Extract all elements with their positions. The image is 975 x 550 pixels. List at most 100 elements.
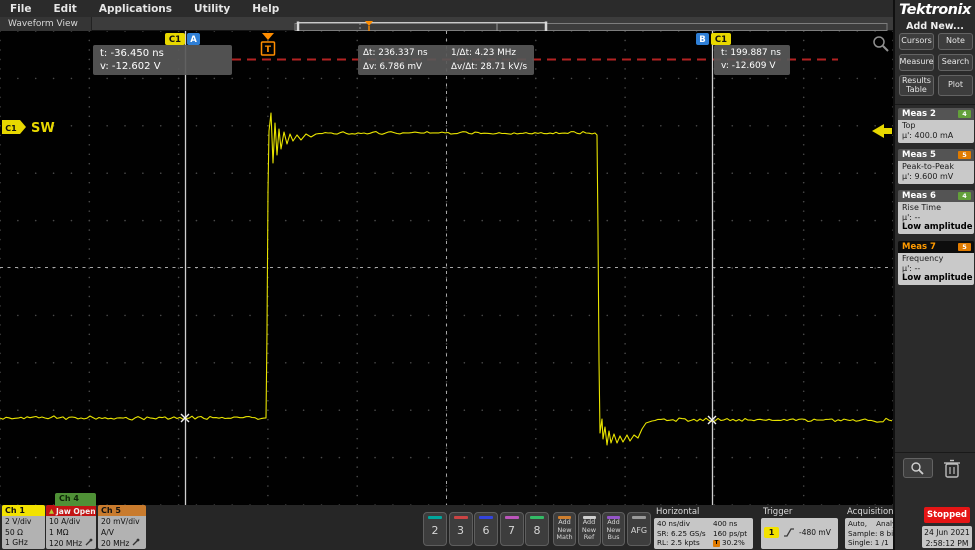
delta-t: Δt: 236.337 ns [363,48,428,58]
channel-color-stripe [504,516,519,519]
meas-line: µ': 9.600 mV [902,171,954,181]
cursor-a-badge[interactable]: A [187,33,200,45]
ch4-bandwidth: 120 MHz [49,538,96,549]
channel-1-name: Ch 1 [2,505,45,516]
channel-color-stripe [428,516,442,519]
ch1-bandwidth: 1 GHz [5,538,28,547]
meas-line: Peak-to-Peak [902,162,954,171]
trigger-position-icon: T [713,539,720,547]
cursor-b-voltage: v: -12.609 V [721,61,776,71]
menu-item-help[interactable]: Help [252,3,279,15]
date: 24 Jun 2021 [924,528,970,537]
run-state-button[interactable]: Stopped [924,507,970,523]
time: 2:58:12 PM [925,539,969,548]
cursor-b-readout: t: 199.887 ns v: -12.609 V [714,45,790,75]
menu-item-file[interactable]: File [10,3,32,15]
svg-text:C1: C1 [169,35,181,45]
waveform-display[interactable]: T C1 A B C1 C1 SW t: -36.450 ns v: -12.602 V Δ… [0,30,894,506]
menu-bar: File Edit Applications Utility Help [0,0,893,17]
ch4-warning: ▲ Jaw Open [46,505,96,516]
svg-text:B: B [699,35,705,45]
channel-8-button[interactable]: 8 [525,512,549,546]
cursor-a-readout: t: -36.450 ns v: -12.602 V [93,45,232,75]
trigger-title: Trigger [763,507,793,517]
ch1-termination: 50 Ω [5,527,23,537]
trigger-level: -480 mV [799,528,831,537]
ch5-units: A/V [101,527,114,537]
channel-color-stripe [453,516,468,519]
channel-5-name: Ch 5 [98,505,146,516]
datetime-display: 24 Jun 2021 2:58:12 PM [922,526,972,548]
meas-name: Meas 64 [898,190,974,202]
channel-1-badge[interactable]: Ch 1 2 V/div 50 Ω 1 GHz [2,505,45,549]
afg-color-stripe [632,516,646,519]
tab-waveform-view[interactable]: Waveform View [0,17,92,31]
cursor-b-badge[interactable]: B [696,33,709,45]
note-button[interactable]: Note [938,33,973,50]
right-sidebar: Tektronix Add New... Cursors Note Measure S… [893,0,975,550]
svg-text:SW: SW [31,121,55,136]
menu-item-utility[interactable]: Utility [194,3,230,15]
add-new-bus-button[interactable]: Add New Bus [602,512,625,546]
meas-card-meas-6[interactable]: Meas 6 4 Rise Time µ': -- Low amplitude [898,190,974,235]
search-button[interactable]: Search [938,54,973,71]
magnifier-icon [911,462,924,475]
settings-bar: Ch 1 2 V/div 50 Ω 1 GHz ▲ Jaw Open 10 A/d… [0,505,916,550]
menu-item-applications[interactable]: Applications [99,3,172,15]
cursor-a-channel-badge[interactable]: C1 [165,33,185,45]
ch4-warning-text: Jaw Open [56,506,96,516]
horizontal-panel[interactable]: Horizontal 40 ns/div 400 ns SR: 6.25 GS/s 1… [652,506,755,549]
add-new-ref-button[interactable]: Add New Ref [577,512,601,546]
meas-source-badge: 4 [958,110,971,118]
plot-button[interactable]: Plot [938,75,973,96]
delta-v: Δv: 6.786 mV [363,62,423,72]
type-color-stripe [582,516,596,519]
channel-2-button[interactable]: 2 [423,512,447,546]
tab-bar: Waveform View [0,17,893,33]
meas-line: Frequency [902,254,944,263]
probe-icon [85,538,92,546]
trigger-source-badge: 1 [764,527,779,538]
inverse-delta-t: 1/Δt: 4.23 MHz [451,48,516,58]
rising-edge-icon [784,528,794,537]
meas-line: µ': 400.0 mA [902,130,954,140]
menu-item-edit[interactable]: Edit [54,3,77,15]
svg-text:T: T [265,45,272,55]
horizontal-value: RL: 2.5 kpts [657,538,700,548]
cursors-button[interactable]: Cursors [899,33,934,50]
type-color-stripe [558,516,571,519]
channel-6-button[interactable]: 6 [474,512,498,546]
waveform-svg[interactable]: T C1 A B C1 C1 SW [0,30,894,506]
trash-button[interactable] [941,457,963,479]
svg-text:A: A [190,35,197,45]
channel-color-stripe [479,516,493,519]
afg-button[interactable]: AFG [627,512,651,546]
meas-card-meas-2[interactable]: Meas 2 4 Top µ': 400.0 mA [898,108,974,143]
warning-icon: ▲ [49,507,54,515]
cursor-b-channel-badge[interactable]: C1 [711,33,731,45]
delta-v-over-t: Δv/Δt: 28.71 kV/s [451,62,528,72]
channel-4-tab[interactable]: Ch 4 [55,493,96,506]
cursor-delta-readout: Δt: 236.337 ns 1/Δt: 4.23 MHz Δv: 6.786 … [358,45,534,75]
meas-source-badge: 5 [958,151,971,159]
meas-source-badge: 5 [958,243,971,251]
meas-name: Meas 75 [898,241,974,253]
results-table-button[interactable]: Results Table [899,75,934,96]
channel-5-badge[interactable]: Ch 5 20 mV/div A/V 20 MHz [98,505,146,549]
channel-7-button[interactable]: 7 [499,512,524,546]
meas-card-meas-7[interactable]: Meas 7 5 Frequency µ': -- Low amplitude [898,241,974,286]
meas-line: Top [902,121,916,130]
horizontal-value: 40 ns/div [657,519,690,528]
measure-button[interactable]: Measure [899,54,934,71]
channel-3-button[interactable]: 3 [448,512,473,546]
meas-card-meas-5[interactable]: Meas 5 5 Peak-to-Peak µ': 9.600 mV [898,149,974,184]
horizontal-value: T 30.2% [713,538,745,548]
tektronix-logo: Tektronix [899,2,971,18]
channel-4-badge[interactable]: ▲ Jaw Open 10 A/div 1 MΩ 120 MHz [46,505,96,549]
oscilloscope-screen: File Edit Applications Utility Help Waveform… [0,0,975,550]
zoom-button[interactable] [903,458,933,478]
add-new-math-button[interactable]: Add New Math [553,512,576,546]
meas-warning: Low amplitude [902,221,973,232]
trigger-panel[interactable]: Trigger 1 -480 mV [759,506,840,549]
meas-source-badge: 4 [958,192,971,200]
